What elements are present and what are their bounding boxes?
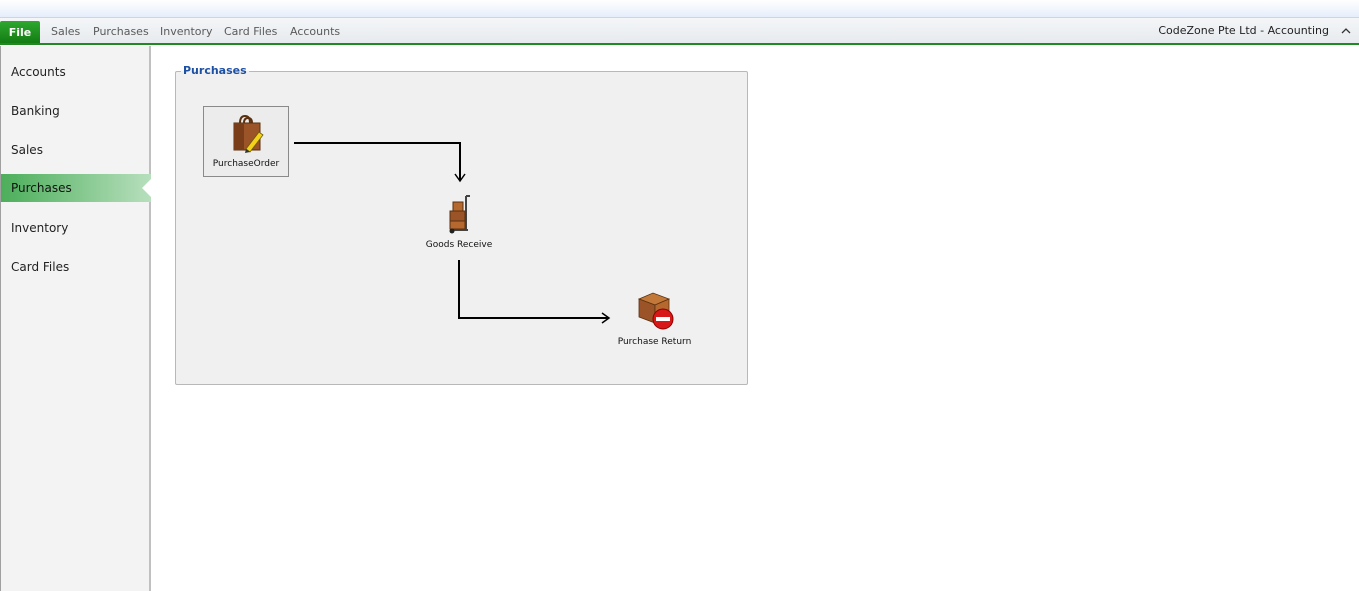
- tab-inventory[interactable]: Inventory: [160, 25, 213, 38]
- app-title: CodeZone Pte Ltd - Accounting: [1158, 24, 1329, 37]
- tab-card-files[interactable]: Card Files: [224, 25, 277, 38]
- chevron-up-icon[interactable]: [1339, 24, 1353, 38]
- sidebar-item-label: Inventory: [11, 221, 69, 235]
- purchase-order-node[interactable]: PurchaseOrder: [203, 106, 289, 177]
- window-title-bar: [0, 0, 1359, 18]
- node-label: PurchaseOrder: [212, 159, 280, 169]
- sidebar-item-card-files[interactable]: Card Files: [1, 253, 151, 281]
- sidebar-item-label: Banking: [11, 104, 60, 118]
- sidebar-item-label: Purchases: [11, 181, 72, 195]
- box-no-entry-icon: [633, 289, 677, 335]
- hand-truck-boxes-icon: [444, 194, 474, 238]
- sidebar-item-sales[interactable]: Sales: [1, 136, 151, 164]
- sidebar-item-label: Card Files: [11, 260, 70, 274]
- shopping-bag-pencil-icon: [226, 113, 266, 157]
- sidebar-item-accounts[interactable]: Accounts: [1, 58, 151, 86]
- node-label: Goods Receive: [425, 240, 493, 250]
- connector-order-to-receive: [294, 142, 461, 180]
- menu-ribbon: File Sales Purchases Inventory Card File…: [0, 18, 1359, 45]
- sidebar-item-purchases[interactable]: Purchases: [1, 174, 151, 202]
- goods-receive-node[interactable]: Goods Receive: [419, 194, 499, 250]
- purchase-return-node[interactable]: Purchase Return: [612, 289, 697, 347]
- file-tab[interactable]: File: [0, 21, 40, 43]
- sidebar-item-label: Sales: [11, 143, 43, 157]
- sidebar-item-inventory[interactable]: Inventory: [1, 214, 151, 242]
- connector-receive-to-return: [458, 260, 608, 319]
- sidebar-item-banking[interactable]: Banking: [1, 97, 151, 125]
- tab-accounts[interactable]: Accounts: [290, 25, 340, 38]
- tab-purchases[interactable]: Purchases: [93, 25, 149, 38]
- node-label: Purchase Return: [617, 337, 692, 347]
- tab-sales[interactable]: Sales: [51, 25, 80, 38]
- sidebar-item-label: Accounts: [11, 65, 66, 79]
- sidebar: Accounts Banking Sales Purchases Invento…: [0, 46, 151, 591]
- purchases-workflow-group: Purchases PurchaseOrder Goods Receive Pu…: [175, 64, 748, 385]
